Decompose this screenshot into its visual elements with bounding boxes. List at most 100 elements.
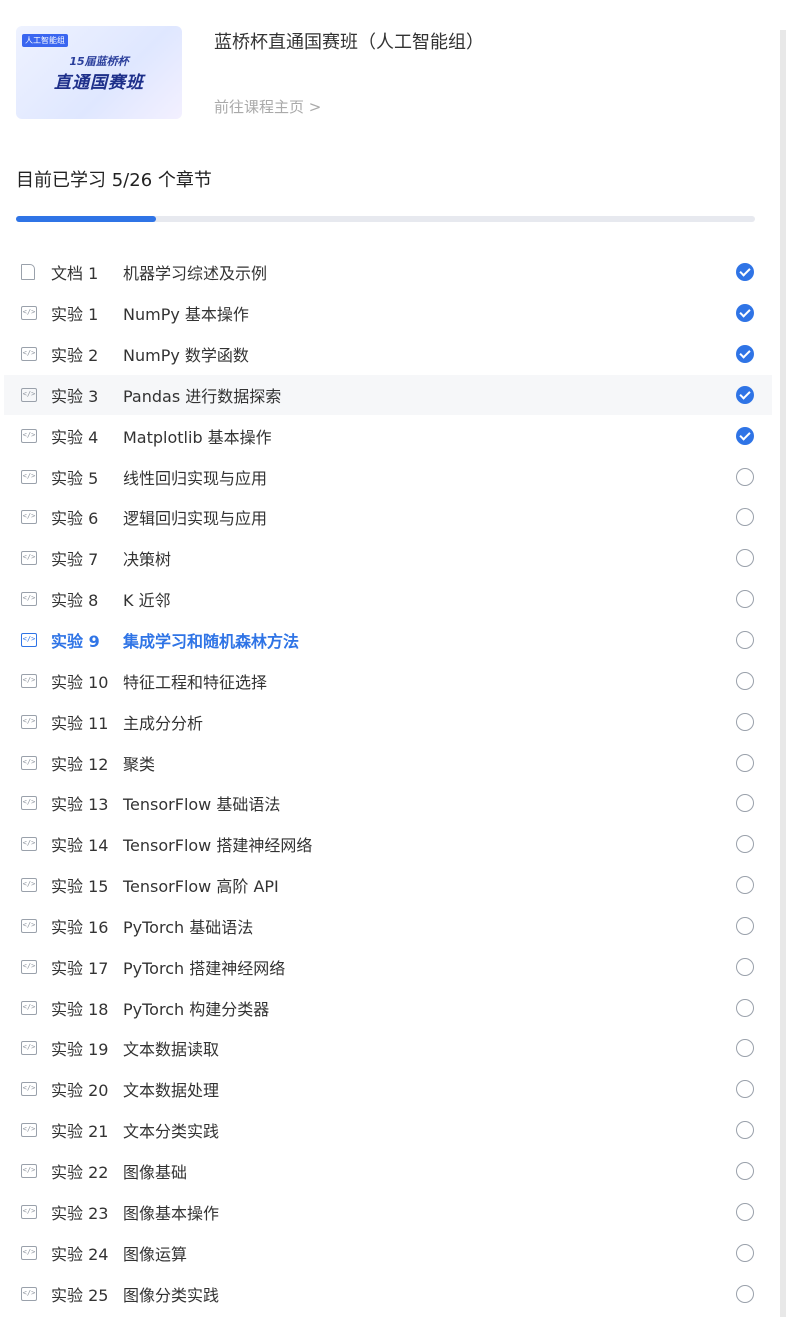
chapter-name: NumPy 数学函数	[123, 346, 249, 366]
incomplete-circle-icon	[736, 1284, 754, 1303]
chapter-kind: 实验 6	[51, 509, 99, 529]
chapter-name: 机器学习综述及示例	[123, 264, 268, 284]
chapter-kind: 实验 10	[51, 672, 109, 692]
chapter-row[interactable]: </> 实验 18 PyTorch 构建分类器	[4, 987, 772, 1028]
chapter-row[interactable]: </> 实验 15 TensorFlow 高阶 API	[4, 865, 772, 906]
course-header: 人工智能组 15届蓝桥杯 直通国赛班 蓝桥杯直通国赛班（人工智能组） 前往课程主…	[16, 26, 776, 119]
chapter-row[interactable]: </> 实验 14 TensorFlow 搭建神经网络	[4, 824, 772, 865]
incomplete-circle-icon	[736, 1202, 754, 1221]
chapter-row[interactable]: </> 实验 11 主成分分析	[4, 701, 772, 742]
chapter-name: 逻辑回归实现与应用	[123, 509, 268, 529]
chapter-name: 特征工程和特征选择	[123, 672, 268, 692]
chapter-row[interactable]: </> 实验 2 NumPy 数学函数	[4, 334, 772, 375]
chapter-row[interactable]: </> 实验 4 Matplotlib 基本操作	[4, 415, 772, 456]
chapter-row[interactable]: </> 实验 22 图像基础	[4, 1151, 772, 1192]
chapter-row[interactable]: </> 实验 12 聚类	[4, 742, 772, 783]
chapter-kind: 文档 1	[51, 264, 99, 284]
incomplete-circle-icon	[736, 957, 754, 976]
chapter-name: 主成分分析	[123, 713, 204, 733]
chapter-kind: 实验 19	[51, 1040, 109, 1060]
code-icon: </>	[21, 1082, 37, 1097]
chapter-kind: 实验 12	[51, 754, 109, 774]
chapter-row[interactable]: </> 实验 25 图像分类实践	[4, 1273, 772, 1314]
course-thumbnail[interactable]: 人工智能组 15届蓝桥杯 直通国赛班	[16, 26, 182, 119]
chapter-kind: 实验 14	[51, 836, 109, 856]
document-icon	[21, 264, 35, 281]
chapter-row[interactable]: 文档 1 机器学习综述及示例	[4, 252, 772, 293]
chapter-row[interactable]: </> 实验 1 NumPy 基本操作	[4, 293, 772, 334]
chapter-list: 文档 1 机器学习综述及示例 </> 实验 1 NumPy 基本操作 </> 实验 2 Num…	[4, 252, 772, 1314]
progress-bar	[16, 216, 755, 222]
chapter-name: NumPy 基本操作	[123, 305, 249, 325]
chapter-kind: 实验 18	[51, 999, 109, 1019]
chapter-row[interactable]: </> 实验 10 特征工程和特征选择	[4, 660, 772, 701]
chapter-row[interactable]: </> 实验 24 图像运算	[4, 1232, 772, 1273]
chapter-name: Matplotlib 基本操作	[123, 427, 272, 447]
chapter-row[interactable]: </> 实验 16 PyTorch 基础语法	[4, 906, 772, 947]
chapter-kind: 实验 13	[51, 795, 109, 815]
thumbnail-tag: 人工智能组	[22, 34, 68, 47]
code-icon: </>	[21, 1041, 37, 1056]
chapter-row[interactable]: </> 实验 17 PyTorch 搭建神经网络	[4, 946, 772, 987]
incomplete-circle-icon	[736, 549, 754, 568]
incomplete-circle-icon	[736, 590, 754, 609]
chapter-name: 图像基本操作	[123, 1203, 220, 1223]
thumbnail-subtitle: 15届蓝桥杯	[69, 55, 129, 68]
code-icon: </>	[21, 1123, 37, 1138]
chapter-row[interactable]: </> 实验 5 线性回归实现与应用	[4, 456, 772, 497]
incomplete-circle-icon	[736, 876, 754, 895]
incomplete-circle-icon	[736, 1080, 754, 1099]
chapter-name: PyTorch 构建分类器	[123, 999, 270, 1019]
chapter-name: 图像基础	[123, 1162, 188, 1182]
chapter-kind: 实验 5	[51, 468, 99, 488]
code-icon: </>	[21, 510, 37, 525]
chapter-row[interactable]: </> 实验 3 Pandas 进行数据探索	[4, 374, 772, 416]
chapter-row[interactable]: </> 实验 13 TensorFlow 基础语法	[4, 783, 772, 824]
chapter-name: Pandas 进行数据探索	[123, 386, 282, 406]
chapter-row[interactable]: </> 实验 8 K 近邻	[4, 579, 772, 620]
incomplete-circle-icon	[736, 1121, 754, 1140]
completed-check-icon	[736, 426, 754, 445]
incomplete-circle-icon	[736, 916, 754, 935]
incomplete-circle-icon	[736, 631, 754, 650]
incomplete-circle-icon	[736, 794, 754, 813]
chapter-row[interactable]: </> 实验 21 文本分类实践	[4, 1110, 772, 1151]
chapter-name: 决策树	[123, 550, 172, 570]
code-icon: </>	[21, 592, 37, 607]
chapter-kind: 实验 2	[51, 346, 99, 366]
chapter-name: 文本分类实践	[123, 1122, 220, 1142]
chapter-kind: 实验 15	[51, 877, 109, 897]
incomplete-circle-icon	[736, 1161, 754, 1180]
chapter-kind: 实验 4	[51, 427, 99, 447]
chapter-name: 图像运算	[123, 1244, 188, 1264]
chapter-kind: 实验 8	[51, 591, 99, 611]
chapter-kind: 实验 16	[51, 917, 109, 937]
code-icon: </>	[21, 714, 37, 729]
course-home-link[interactable]: 前往课程主页 >	[214, 96, 321, 117]
chapter-kind: 实验 9	[51, 632, 100, 652]
chapter-kind: 实验 20	[51, 1081, 109, 1101]
scrollbar-track[interactable]	[780, 30, 786, 1317]
chapter-row[interactable]: </> 实验 23 图像基本操作	[4, 1191, 772, 1232]
incomplete-circle-icon	[736, 1039, 754, 1058]
chapter-kind: 实验 3	[51, 386, 99, 406]
code-icon: </>	[21, 1286, 37, 1301]
chapter-row[interactable]: </> 实验 6 逻辑回归实现与应用	[4, 497, 772, 538]
chapter-row[interactable]: </> 实验 19 文本数据读取	[4, 1028, 772, 1069]
course-title: 蓝桥杯直通国赛班（人工智能组）	[214, 32, 484, 53]
chapter-kind: 实验 25	[51, 1285, 109, 1305]
completed-check-icon	[736, 304, 754, 323]
code-icon: </>	[21, 1163, 37, 1178]
chapter-name: PyTorch 搭建神经网络	[123, 958, 286, 978]
chapter-kind: 实验 17	[51, 958, 109, 978]
code-icon: </>	[21, 959, 37, 974]
chapter-row[interactable]: </> 实验 9 集成学习和随机森林方法	[4, 620, 772, 661]
code-icon: </>	[21, 796, 37, 811]
code-icon: </>	[21, 347, 37, 362]
incomplete-circle-icon	[736, 467, 754, 486]
code-icon: </>	[21, 878, 37, 893]
chapter-row[interactable]: </> 实验 7 决策树	[4, 538, 772, 579]
code-icon: </>	[21, 918, 37, 933]
chapter-row[interactable]: </> 实验 20 文本数据处理	[4, 1069, 772, 1110]
code-icon: </>	[21, 1000, 37, 1015]
